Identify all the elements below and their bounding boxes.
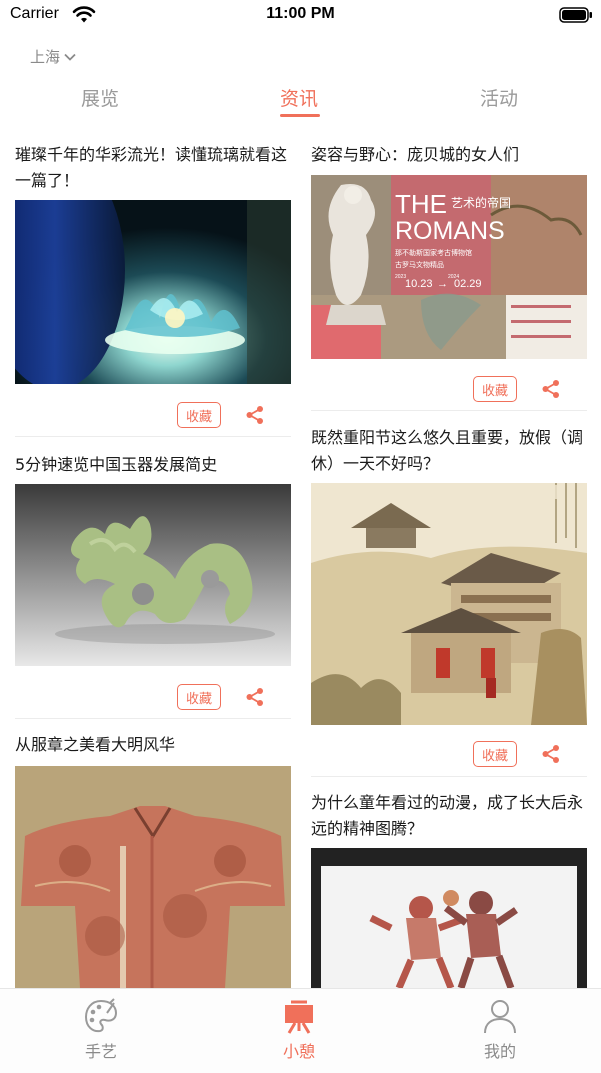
tab-activities[interactable]: 活动	[480, 84, 518, 111]
chevron-down-icon	[64, 53, 76, 61]
poster-arrow: →	[437, 278, 448, 290]
article-card[interactable]: 从服章之美看大明风华	[15, 732, 291, 758]
share-icon[interactable]	[541, 379, 561, 399]
article-card[interactable]: 姿容与野心：庞贝城的女人们	[311, 142, 587, 168]
article-title[interactable]: 姿容与野心：庞贝城的女人们	[311, 142, 587, 168]
easel-icon	[285, 1000, 313, 1034]
article-actions: 收藏	[15, 402, 291, 432]
location-city: 上海	[30, 48, 61, 66]
article-image-chinese-painting[interactable]	[311, 483, 587, 725]
battery-icon	[559, 7, 592, 23]
article-actions: 收藏	[311, 741, 587, 771]
article-actions: 收藏	[311, 376, 587, 406]
category-tabs: 展览 资讯 活动	[0, 84, 601, 120]
active-tab-indicator	[280, 114, 320, 117]
article-card[interactable]: 5分钟速览中国玉器发展简史	[15, 452, 291, 478]
collect-button[interactable]: 收藏	[473, 741, 517, 767]
collect-button[interactable]: 收藏	[177, 402, 221, 428]
share-icon[interactable]	[245, 405, 265, 425]
article-title[interactable]: 5分钟速览中国玉器发展简史	[15, 452, 291, 478]
article-image-ming-robe[interactable]	[15, 766, 291, 988]
card-divider	[311, 410, 587, 411]
article-image-jade[interactable]	[15, 484, 291, 666]
article-title[interactable]: 璀璨千年的华彩流光！读懂琉璃就看这一篇了！	[15, 142, 291, 194]
article-title[interactable]: 为什么童年看过的动漫，成了长大后永远的精神图腾？	[311, 790, 587, 842]
card-divider	[311, 776, 587, 777]
article-title[interactable]: 从服章之美看大明风华	[15, 732, 291, 758]
tab-exhibitions[interactable]: 展览	[81, 84, 119, 111]
article-actions: 收藏	[15, 684, 291, 714]
poster-headline-romans: ROMANS	[395, 217, 505, 245]
poster-headline-the: THE	[395, 189, 447, 219]
location-selector[interactable]: 上海	[30, 46, 76, 67]
article-card[interactable]: 为什么童年看过的动漫，成了长大后永远的精神图腾？	[311, 790, 587, 842]
status-bar: Carrier 11:00 PM	[0, 0, 601, 30]
poster-date-start: 10.23	[405, 278, 433, 290]
tabbar-label: 我的	[483, 1042, 516, 1061]
tab-news[interactable]: 资讯	[280, 84, 318, 111]
tabbar-item-mine[interactable]: 我的	[460, 997, 540, 1062]
card-divider	[15, 718, 291, 719]
poster-subtitle-2: 古罗马文物精品	[395, 260, 444, 269]
article-title[interactable]: 既然重阳节这么悠久且重要，放假（调休）一天不好吗？	[311, 425, 587, 477]
poster-cn-title: 艺术的帝国	[451, 195, 511, 210]
share-icon[interactable]	[541, 744, 561, 764]
collect-button[interactable]: 收藏	[473, 376, 517, 402]
person-icon	[484, 1000, 516, 1034]
poster-subtitle-1: 那不勒斯国家考古博物馆	[395, 248, 472, 257]
status-time: 11:00 PM	[266, 5, 335, 22]
poster-date-end: 02.29	[454, 278, 482, 290]
article-card[interactable]: 既然重阳节这么悠久且重要，放假（调休）一天不好吗？	[311, 425, 587, 477]
article-image-romans-poster[interactable]: THE 艺术的帝国 ROMANS 那不勒斯国家考古博物馆 古罗马文物精品 202…	[311, 175, 587, 359]
card-divider	[15, 436, 291, 437]
tabbar-item-craft[interactable]: 手艺	[61, 997, 141, 1062]
share-icon[interactable]	[245, 687, 265, 707]
tabbar-label: 手艺	[84, 1042, 117, 1061]
tabbar-label: 小憩	[282, 1042, 315, 1061]
article-card[interactable]: 璀璨千年的华彩流光！读懂琉璃就看这一篇了！	[15, 142, 291, 194]
article-image-basketball[interactable]	[311, 848, 587, 988]
bottom-tab-bar: 手艺 小憩 我的	[0, 988, 601, 1073]
palette-icon	[84, 998, 118, 1033]
collect-button[interactable]: 收藏	[177, 684, 221, 710]
tabbar-item-rest[interactable]: 小憩	[259, 997, 339, 1062]
article-image-glass-lotus[interactable]	[15, 200, 291, 384]
